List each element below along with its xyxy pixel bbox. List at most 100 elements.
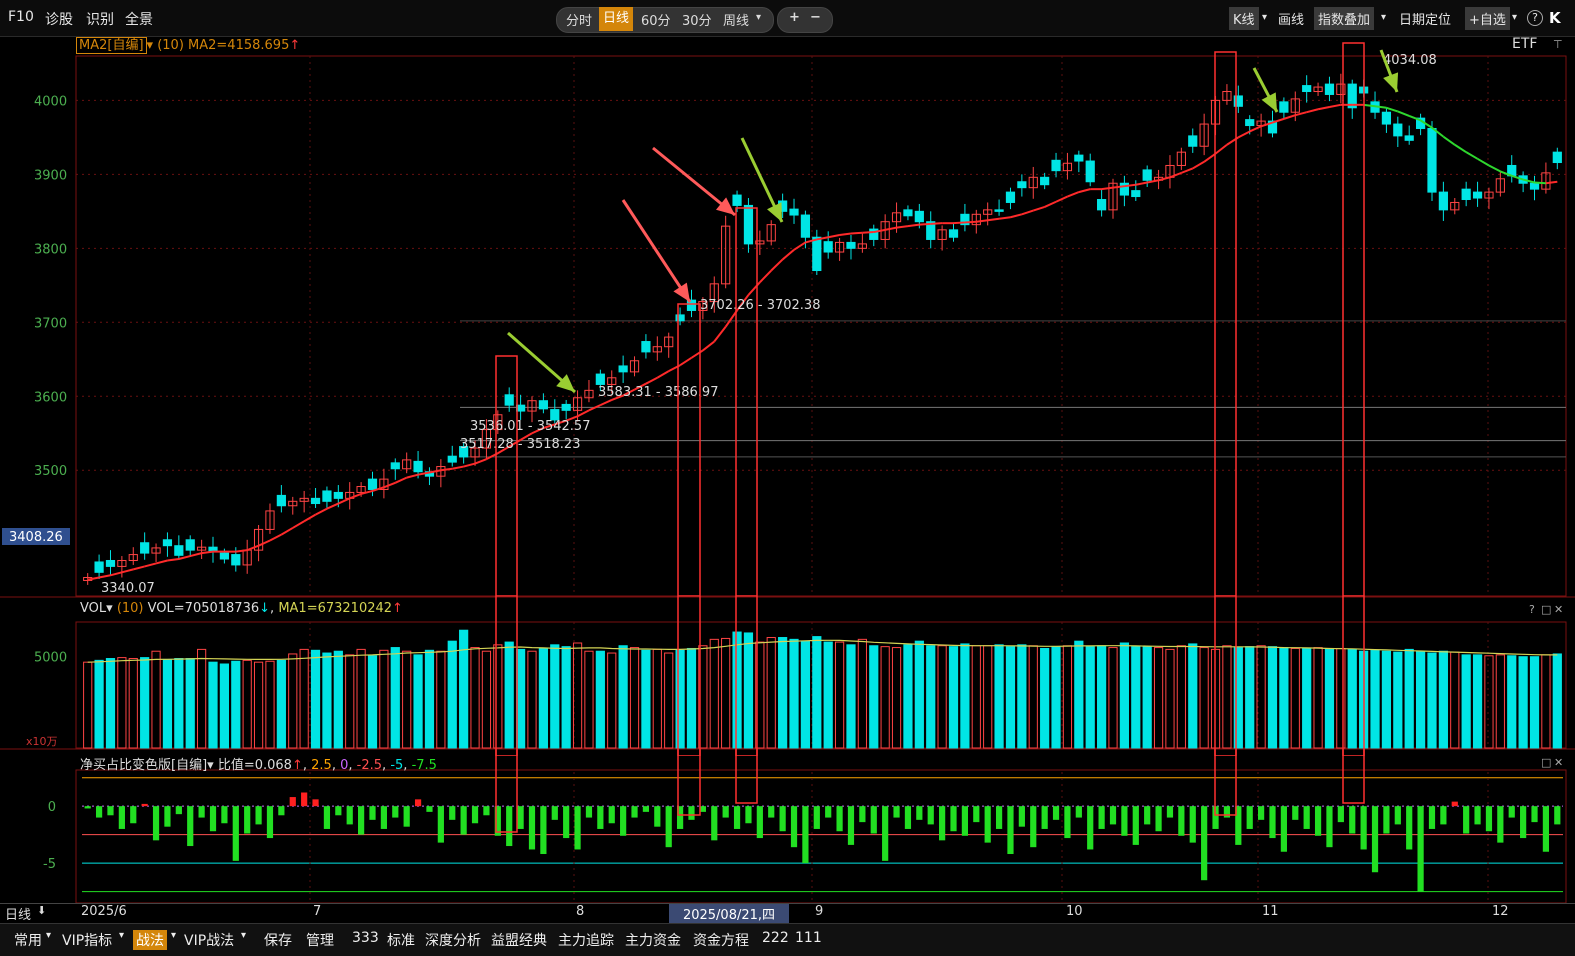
highlight-box — [735, 748, 758, 804]
highlight-box — [735, 207, 758, 597]
net-ratio-bar — [1052, 806, 1060, 820]
tab-standard[interactable]: 标准 — [387, 930, 415, 950]
volume-bar — [618, 645, 628, 749]
volume-bar — [390, 647, 400, 749]
volume-bar — [231, 660, 241, 749]
volume-bar — [584, 650, 594, 749]
volume-bar — [1552, 653, 1562, 749]
volume-bar — [789, 638, 799, 749]
candle-body — [1279, 101, 1289, 113]
ma2-segment — [1465, 151, 1479, 160]
indicator-legend: 净买占比变色版[自编]▾ 比值=0.068↑, 2.5, 0, -2.5, -5… — [80, 758, 437, 773]
net-ratio-bar — [152, 806, 160, 841]
tab-yimeng-classic[interactable]: 益盟经典 — [491, 930, 547, 950]
tab-111[interactable]: 111 — [795, 930, 822, 946]
volume-bar — [948, 646, 959, 749]
chevron-down-icon[interactable]: ▾ — [46, 930, 51, 941]
save-button[interactable]: 保存 — [264, 930, 292, 950]
price-annotation: 3536.01 - 3542.57 — [470, 419, 590, 434]
arrow-up-icon: ↑ — [392, 601, 403, 616]
candle-body — [823, 241, 833, 253]
net-ratio-bar — [414, 799, 422, 807]
tab-222[interactable]: 222 — [762, 930, 789, 946]
net-ratio-bar — [665, 806, 672, 848]
net-ratio-bar — [323, 806, 331, 829]
ma2-segment — [1488, 164, 1501, 173]
net-ratio-bar — [164, 806, 171, 827]
chevron-down-icon[interactable]: ▾ — [171, 930, 176, 941]
manage-button[interactable]: 管理 — [306, 930, 334, 950]
net-ratio-bar — [1406, 806, 1413, 850]
net-ratio-bar — [358, 806, 365, 835]
net-ratio-bar — [289, 797, 296, 807]
ind-close-icon[interactable]: ✕ — [1554, 756, 1563, 769]
net-ratio-bar — [1451, 801, 1458, 807]
volume-bar — [1074, 640, 1084, 749]
price-tick-label: 3800 — [34, 242, 67, 257]
net-ratio-bar — [1303, 806, 1310, 829]
period-label[interactable]: 日线 — [5, 904, 31, 923]
volume-bar — [265, 660, 275, 749]
vip-indicator-menu[interactable]: VIP指标 — [62, 930, 112, 950]
vip-strategy-menu[interactable]: VIP战法 — [184, 930, 234, 950]
vol-selector[interactable]: VOL — [80, 601, 106, 616]
chevron-down-icon[interactable]: ▾ — [241, 930, 246, 941]
volume-bar — [1085, 646, 1095, 749]
tab-main-tracking[interactable]: 主力追踪 — [558, 930, 614, 950]
net-ratio-bar — [631, 806, 638, 818]
tab-fund-equation[interactable]: 资金方程 — [693, 930, 749, 950]
net-ratio-bar — [642, 806, 650, 812]
chevron-down-icon[interactable]: ▾ — [119, 930, 124, 941]
ma2-segment — [280, 527, 294, 536]
volume-bar — [459, 629, 469, 749]
ma2-segment — [930, 222, 943, 225]
price-annotation: 3340.07 — [101, 581, 155, 596]
indicator-tick-label: 0 — [48, 800, 56, 815]
net-ratio-bar — [278, 806, 285, 816]
chevron-down-icon[interactable]: ▾ — [207, 758, 214, 773]
ma2-segment — [349, 492, 362, 500]
net-ratio-bar — [1520, 806, 1527, 839]
arrow-head — [673, 282, 690, 302]
candle-body — [1074, 154, 1084, 162]
arrow-down-icon[interactable]: ⬇ — [37, 904, 46, 917]
candle-body — [185, 539, 195, 551]
ind-maximize-icon[interactable]: □ — [1541, 756, 1551, 769]
vol-help-icon[interactable]: ? — [1529, 603, 1535, 616]
candle-body — [903, 209, 913, 217]
volume-bar — [1324, 648, 1335, 749]
strategy-menu[interactable]: 战法 — [133, 930, 167, 950]
volume-bar — [1484, 655, 1494, 749]
volume-chart[interactable]: 5000 — [0, 596, 1575, 756]
ma2-segment — [315, 507, 328, 516]
volume-bar — [1404, 648, 1414, 749]
volume-bar — [880, 646, 890, 749]
ma2-segment — [1203, 152, 1217, 163]
price-chart[interactable]: 3500 3600 3700 3800 3900 4000 3408.26 3340.07 35… — [0, 0, 1575, 600]
net-ratio-bar — [1041, 806, 1048, 829]
ind-selector[interactable]: 净买占比变色版[自编] — [80, 758, 207, 773]
candle-body — [1142, 169, 1152, 181]
price-tick-label: 4000 — [34, 94, 67, 109]
net-ratio-bar — [870, 806, 877, 834]
ma2-segment — [383, 481, 396, 489]
candle-body — [504, 394, 514, 406]
volume-bar — [527, 650, 537, 749]
volume-bar — [561, 646, 571, 749]
tab-333[interactable]: 333 — [352, 930, 379, 946]
vol-maximize-icon[interactable]: □ — [1541, 603, 1551, 616]
chevron-down-icon[interactable]: ▾ — [106, 601, 113, 616]
volume-bar — [1142, 646, 1152, 749]
tab-deep-analysis[interactable]: 深度分析 — [425, 930, 481, 950]
volume-bar — [128, 658, 138, 749]
vol-unit-label: x10万 — [26, 735, 58, 748]
date-label-dec: 12 — [1492, 904, 1509, 919]
net-ratio-bar — [312, 799, 319, 807]
common-menu[interactable]: 常用 — [14, 930, 42, 950]
tab-main-funds[interactable]: 主力资金 — [625, 930, 681, 950]
volume-bar — [253, 661, 264, 749]
ma2-segment — [235, 549, 248, 553]
ma2-segment — [1386, 106, 1399, 113]
volume-bar — [721, 637, 731, 749]
vol-close-icon[interactable]: ✕ — [1554, 603, 1563, 616]
